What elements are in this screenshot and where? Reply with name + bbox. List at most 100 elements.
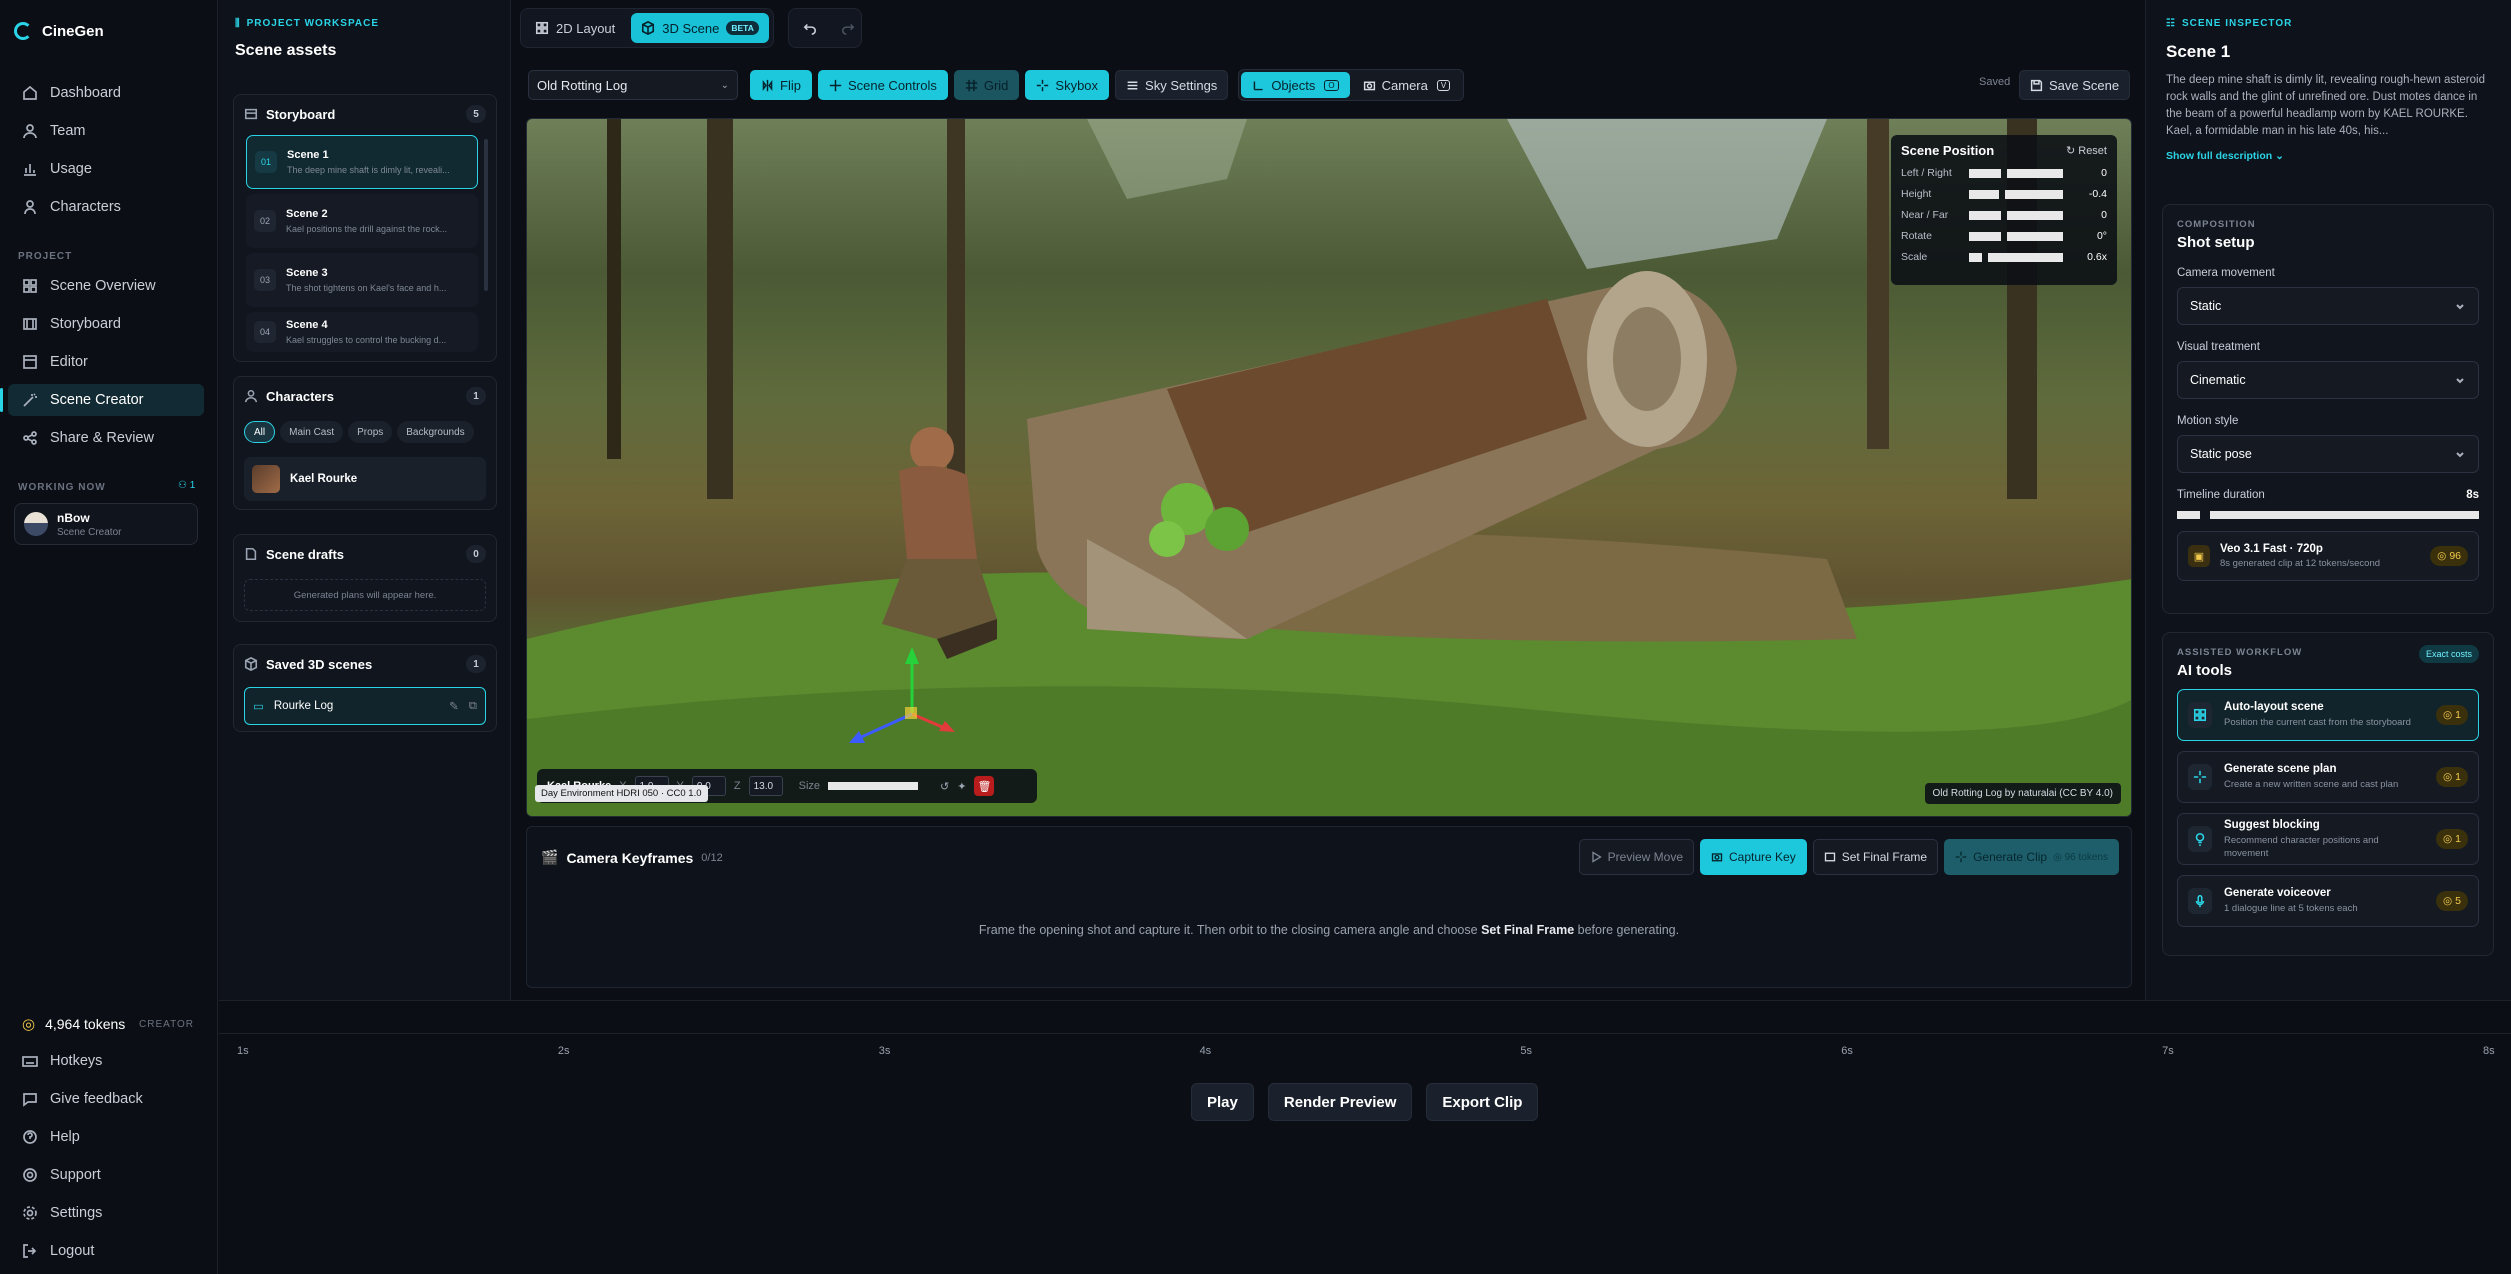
character-item[interactable]: Kael Rourke: [244, 457, 486, 501]
hint-text-end: before generating.: [1574, 923, 1680, 937]
size-slider[interactable]: [828, 782, 919, 790]
scene-title: Scene 2: [286, 208, 328, 220]
position-slider[interactable]: [1969, 168, 2069, 178]
play-button[interactable]: Play: [1191, 1083, 1254, 1121]
suggest-blocking-tool[interactable]: Suggest blocking Recommend character posi…: [2177, 813, 2479, 865]
brand[interactable]: CineGen: [14, 22, 104, 40]
undo-button[interactable]: [793, 13, 827, 43]
filter-backgrounds[interactable]: Backgrounds: [397, 421, 474, 443]
nav-label: Logout: [50, 1243, 95, 1259]
nav-item-support[interactable]: Support: [8, 1159, 204, 1191]
position-row[interactable]: Scale 0.6x: [1901, 251, 2107, 263]
chart-icon: [24, 164, 36, 176]
nav-item-editor[interactable]: Editor: [8, 346, 204, 378]
visual-treatment-select[interactable]: Cinematic: [2177, 361, 2479, 399]
nav-item-hotkeys[interactable]: Hotkeys: [8, 1045, 204, 1077]
storyboard-scene-4[interactable]: 04 Scene 4 Kael struggles to control the …: [246, 312, 478, 352]
motion-style-select[interactable]: Static pose: [2177, 435, 2479, 473]
model-card[interactable]: ▣ Veo 3.1 Fast · 720p 8s generated clip a…: [2177, 531, 2479, 581]
plan-tier: CREATOR: [139, 1018, 194, 1030]
active-user-card[interactable]: nBow Scene Creator: [14, 503, 198, 545]
storyboard-header[interactable]: Storyboard 5: [234, 95, 496, 133]
position-row[interactable]: Rotate 0°: [1901, 230, 2107, 242]
scene-controls-button[interactable]: Scene Controls: [817, 70, 948, 100]
nav-item-dashboard[interactable]: Dashboard: [8, 77, 204, 109]
nav-item-team[interactable]: Team: [8, 115, 204, 147]
set-final-frame-label: Set Final Frame: [1841, 850, 1928, 864]
nav-item-characters[interactable]: Characters: [8, 191, 204, 223]
nav-item-share-review[interactable]: Share & Review: [8, 422, 204, 454]
preview-move-button[interactable]: Preview Move: [1578, 839, 1694, 875]
model-desc: 8s generated clip at 12 tokens/second: [2220, 558, 2381, 569]
nav-label: Scene Creator: [50, 392, 144, 408]
position-row[interactable]: Near / Far 0: [1901, 209, 2107, 221]
filter-props[interactable]: Props: [348, 421, 393, 443]
generate-voiceover-tool[interactable]: Generate voiceover 1 dialogue line at 5 t…: [2177, 875, 2479, 927]
filter-all[interactable]: All: [244, 421, 276, 443]
delete-icon[interactable]: 🗑: [974, 776, 995, 796]
objects-mode-button[interactable]: Objects O: [1241, 72, 1350, 98]
reset-button[interactable]: ↻ Reset: [2066, 144, 2107, 157]
sparkle-icon: [1955, 851, 1967, 863]
3d-viewport[interactable]: Scene Position ↻ Reset Left / Right 0 Heig…: [526, 118, 2132, 817]
reset-icon: ↻: [2065, 145, 2076, 157]
nav-item-help[interactable]: Help: [8, 1121, 204, 1153]
position-slider[interactable]: [1969, 231, 2069, 241]
position-slider[interactable]: [1969, 252, 2069, 262]
characters-header[interactable]: Characters 1: [234, 377, 496, 415]
tab-3d-scene[interactable]: 3D Scene BETA: [631, 13, 769, 43]
generate-clip-button[interactable]: Generate Clip ◎ 96 tokens: [1944, 839, 2119, 875]
show-full-description[interactable]: Show full description ⌄: [2166, 150, 2496, 162]
storyboard-scrollbar[interactable]: [484, 139, 488, 291]
timeline-duration-slider[interactable]: [2177, 511, 2479, 519]
move-icon: [829, 79, 842, 91]
generate-scene-plan-tool[interactable]: Generate scene plan Create a new written …: [2177, 751, 2479, 803]
nav-item-scene-overview[interactable]: Scene Overview: [8, 270, 204, 302]
set-final-frame-button[interactable]: Set Final Frame: [1812, 839, 1939, 875]
grid-icon: [23, 279, 37, 293]
camera-movement-select[interactable]: Static: [2177, 287, 2479, 325]
token-balance[interactable]: ◎ 4,964 tokens CREATOR: [8, 1009, 204, 1039]
storyboard-scene-2[interactable]: 02 Scene 2 Kael positions the drill again…: [246, 194, 478, 248]
nav-item-storyboard[interactable]: Storyboard: [8, 308, 204, 340]
edit-icon[interactable]: ✎: [449, 699, 459, 713]
render-preview-button[interactable]: Render Preview: [1267, 1083, 1413, 1121]
nav-item-scene-creator[interactable]: Scene Creator: [0, 384, 204, 416]
duplicate-icon[interactable]: ⧉: [469, 700, 477, 713]
timeline-ruler[interactable]: 1s 2s 3s 4s 5s 6s 7s 8s: [219, 1045, 2511, 1065]
redo-button[interactable]: [831, 13, 865, 43]
nav-item-usage[interactable]: Usage: [8, 153, 204, 185]
position-slider[interactable]: [1969, 210, 2069, 220]
saved-scenes-header[interactable]: Saved 3D scenes 1: [234, 645, 496, 683]
characters-card: Characters 1 All Main Cast Props Backgro…: [233, 376, 497, 510]
storyboard-scene-3[interactable]: 03 Scene 3 The shot tightens on Kael's fa…: [246, 253, 478, 307]
composition-eyebrow: COMPOSITION: [2177, 219, 2256, 230]
position-row[interactable]: Left / Right 0: [1901, 167, 2107, 179]
save-scene-button[interactable]: Save Scene: [2019, 70, 2131, 100]
position-row[interactable]: Height -0.4: [1901, 188, 2107, 200]
storyboard-scene-1[interactable]: 01 Scene 1 The deep mine shaft is dimly l…: [246, 135, 478, 189]
filter-main-cast[interactable]: Main Cast: [280, 421, 344, 443]
flip-label: Flip: [780, 77, 801, 93]
tool-cost-value: 1: [2455, 709, 2461, 721]
sky-settings-button[interactable]: Sky Settings: [1115, 70, 1229, 100]
nav-section-working-now: WORKING NOW: [18, 482, 106, 493]
camera-mode-button[interactable]: Camera V: [1352, 72, 1462, 98]
object-select[interactable]: Old Rotting Log ⌄: [528, 70, 738, 100]
grid-toggle[interactable]: Grid: [953, 70, 1020, 100]
position-slider[interactable]: [1969, 189, 2069, 199]
tab-2d-layout[interactable]: 2D Layout: [525, 13, 625, 43]
capture-key-button[interactable]: Capture Key: [1700, 839, 1807, 875]
skybox-toggle[interactable]: Skybox: [1025, 70, 1110, 100]
export-clip-button[interactable]: Export Clip: [1426, 1083, 1539, 1121]
saved-scene-item[interactable]: ▭ Rourke Log ✎ ⧉: [244, 687, 486, 725]
nav-item-logout[interactable]: Logout: [8, 1235, 204, 1267]
nav-item-feedback[interactable]: Give feedback: [8, 1083, 204, 1115]
drafts-header[interactable]: Scene drafts 0: [234, 535, 496, 573]
sparkle-icon[interactable]: ✦: [957, 780, 966, 793]
z-input[interactable]: 13.0: [748, 776, 783, 796]
auto-layout-tool[interactable]: Auto-layout scene Position the current ca…: [2177, 689, 2479, 741]
nav-item-settings[interactable]: Settings: [8, 1197, 204, 1229]
flip-button[interactable]: Flip: [750, 70, 812, 100]
history-icon[interactable]: ↺: [940, 780, 949, 793]
